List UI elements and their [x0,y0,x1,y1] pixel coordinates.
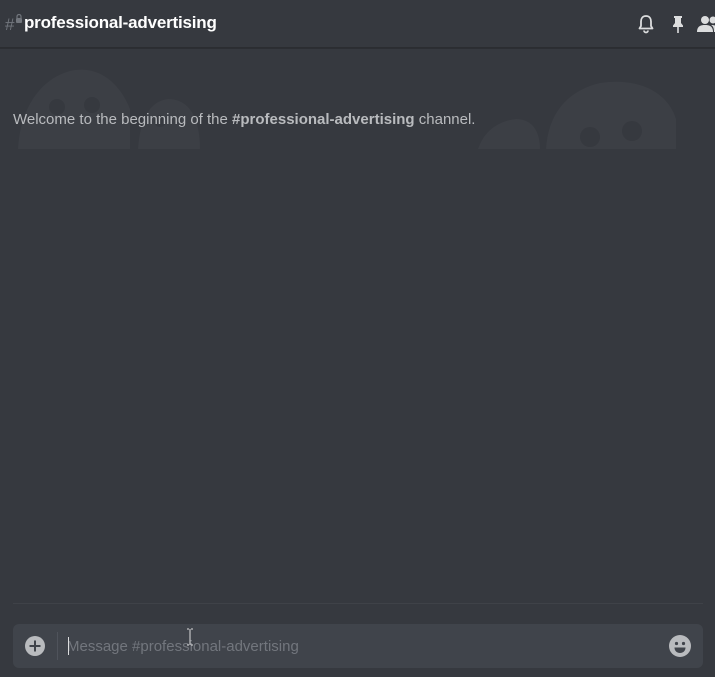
mouse-ibeam-cursor-icon [187,628,193,646]
channel-welcome-message: Welcome to the beginning of the #profess… [13,111,476,128]
message-input[interactable] [67,634,657,658]
locked-hash-icon: # [5,13,23,34]
message-composer [13,624,703,668]
plus-circle-icon[interactable] [23,634,47,658]
pin-icon[interactable] [667,13,689,35]
message-area[interactable]: Welcome to the beginning of the #profess… [0,49,715,603]
members-icon[interactable] [697,13,715,35]
notifications-bell-icon[interactable] [635,13,657,35]
composer-separator [57,632,58,660]
svg-text:#: # [5,15,15,34]
channel-title: professional-advertising [24,13,217,32]
smiley-icon[interactable] [668,634,692,658]
welcome-illustration [18,69,676,149]
composer-divider [13,603,703,604]
channel-header: # professional-advertising [0,0,715,48]
text-caret [68,637,69,655]
welcome-channel-name: #professional-advertising [232,111,415,128]
